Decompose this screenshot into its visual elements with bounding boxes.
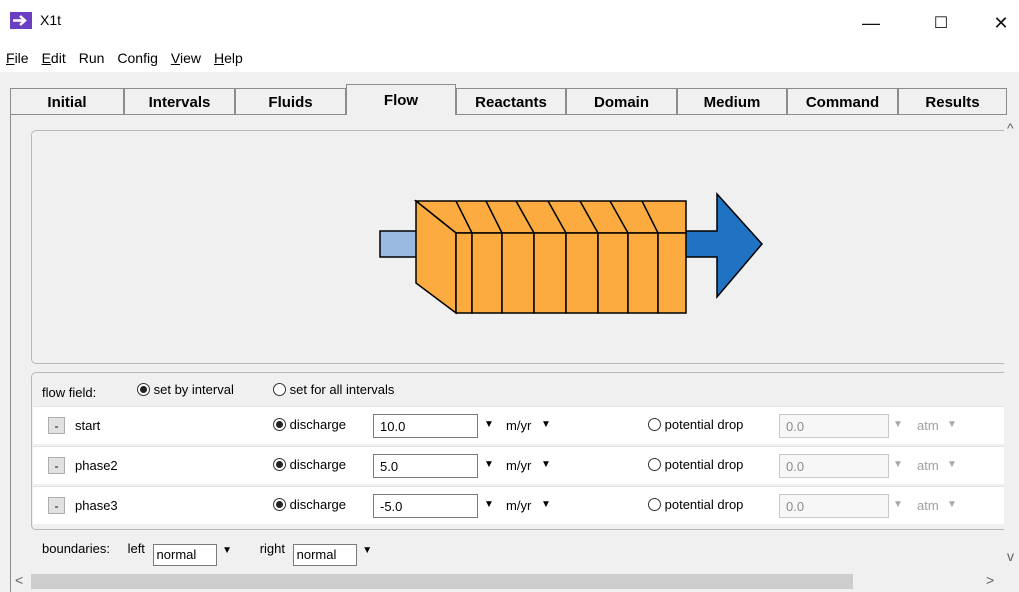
- content-frame-edge: [10, 114, 11, 592]
- discharge-dropdown-icon[interactable]: ▼: [484, 459, 494, 470]
- horizontal-scroll-thumb[interactable]: [31, 574, 853, 589]
- potential-drop-input[interactable]: 0.0: [779, 414, 889, 438]
- remove-interval-button[interactable]: -: [48, 497, 65, 514]
- right-boundary-label: right: [259, 541, 285, 556]
- tab-fluids[interactable]: Fluids: [235, 88, 346, 115]
- tab-bar: Initial Intervals Fluids Flow Reactants …: [10, 84, 1007, 115]
- drop-dropdown-icon[interactable]: ▼: [893, 499, 903, 510]
- drop-dropdown-icon[interactable]: ▼: [893, 419, 903, 430]
- drop-unit[interactable]: atm: [917, 418, 939, 433]
- tab-flow[interactable]: Flow: [346, 84, 456, 115]
- vertical-scrollbar[interactable]: ^ v: [1004, 116, 1019, 571]
- discharge-option[interactable]: discharge: [273, 417, 346, 432]
- radio-potential-drop[interactable]: [648, 458, 661, 471]
- drop-unit-dropdown-icon[interactable]: ▼: [947, 499, 957, 510]
- potential-drop-input[interactable]: 0.0: [779, 454, 889, 478]
- window-title: X1t: [40, 12, 62, 28]
- potential-drop-input[interactable]: 0.0: [779, 494, 889, 518]
- tab-results[interactable]: Results: [898, 88, 1007, 115]
- menu-view[interactable]: View: [171, 50, 201, 66]
- left-boundary-select[interactable]: normal: [152, 544, 217, 566]
- discharge-option[interactable]: discharge: [273, 497, 346, 512]
- unit-dropdown-icon[interactable]: ▼: [541, 499, 551, 510]
- left-boundary-label: left: [127, 541, 145, 556]
- right-boundary-dropdown-icon[interactable]: ▼: [362, 545, 372, 556]
- discharge-dropdown-icon[interactable]: ▼: [484, 499, 494, 510]
- remove-interval-button[interactable]: -: [48, 417, 65, 434]
- drop-unit-dropdown-icon[interactable]: ▼: [947, 459, 957, 470]
- interval-name: phase2: [75, 458, 118, 473]
- unit-dropdown-icon[interactable]: ▼: [541, 419, 551, 430]
- remove-interval-button[interactable]: -: [48, 457, 65, 474]
- drop-unit[interactable]: atm: [917, 498, 939, 513]
- right-boundary-select[interactable]: normal: [292, 544, 357, 566]
- app-arrow-icon: [10, 12, 32, 29]
- potential-drop-option[interactable]: potential drop: [648, 497, 743, 512]
- drop-dropdown-icon[interactable]: ▼: [893, 459, 903, 470]
- drop-unit[interactable]: atm: [917, 458, 939, 473]
- maximize-button[interactable]: ☐: [918, 8, 964, 38]
- menu-bar: File Edit Run Config View Help: [0, 44, 1019, 72]
- potential-drop-option[interactable]: potential drop: [648, 417, 743, 432]
- discharge-input[interactable]: 10.0: [373, 414, 478, 438]
- tab-medium[interactable]: Medium: [677, 88, 787, 115]
- scroll-down-icon[interactable]: v: [1007, 548, 1014, 564]
- menu-file[interactable]: File: [6, 50, 29, 66]
- scroll-left-icon[interactable]: <: [15, 572, 23, 588]
- interval-row-start: - start discharge 10.0 ▼ m/yr ▼ potentia…: [33, 406, 1005, 444]
- menu-edit[interactable]: Edit: [42, 50, 66, 66]
- radio-potential-drop[interactable]: [648, 418, 661, 431]
- column-front-cells: [455, 232, 687, 314]
- tab-divider: [10, 114, 1007, 115]
- option-set-for-all[interactable]: set for all intervals: [273, 382, 394, 397]
- flow-diagram-panel: [31, 130, 1011, 364]
- tab-initial[interactable]: Initial: [10, 88, 124, 115]
- menu-config[interactable]: Config: [117, 50, 157, 66]
- horizontal-scrollbar[interactable]: < >: [11, 571, 1004, 592]
- radio-discharge[interactable]: [273, 498, 286, 511]
- discharge-option[interactable]: discharge: [273, 457, 346, 472]
- tab-domain[interactable]: Domain: [566, 88, 677, 115]
- discharge-input[interactable]: -5.0: [373, 494, 478, 518]
- interval-row-phase2: - phase2 discharge 5.0 ▼ m/yr ▼ potentia…: [33, 446, 1005, 484]
- flow-field-label: flow field:: [42, 385, 97, 400]
- tab-reactants[interactable]: Reactants: [456, 88, 566, 115]
- scroll-up-icon[interactable]: ^: [1007, 120, 1014, 136]
- scroll-right-icon[interactable]: >: [986, 572, 994, 588]
- radio-set-by-interval[interactable]: [137, 383, 150, 396]
- tab-intervals[interactable]: Intervals: [124, 88, 235, 115]
- title-bar: X1t — ☐ ✕: [0, 0, 1019, 44]
- flow-column-diagram: [379, 192, 763, 315]
- interval-row-phase3: - phase3 discharge -5.0 ▼ m/yr ▼ potenti…: [33, 486, 1005, 524]
- menu-run[interactable]: Run: [79, 50, 105, 66]
- discharge-unit[interactable]: m/yr: [506, 418, 531, 433]
- potential-drop-option[interactable]: potential drop: [648, 457, 743, 472]
- boundaries-label: boundaries:: [42, 541, 110, 556]
- option-set-by-interval[interactable]: set by interval: [137, 382, 234, 397]
- left-boundary-dropdown-icon[interactable]: ▼: [222, 545, 232, 556]
- discharge-input[interactable]: 5.0: [373, 454, 478, 478]
- radio-set-for-all[interactable]: [273, 383, 286, 396]
- discharge-unit[interactable]: m/yr: [506, 498, 531, 513]
- close-button[interactable]: ✕: [978, 8, 1019, 38]
- tab-command[interactable]: Command: [787, 88, 898, 115]
- drop-unit-dropdown-icon[interactable]: ▼: [947, 419, 957, 430]
- radio-discharge[interactable]: [273, 458, 286, 471]
- discharge-dropdown-icon[interactable]: ▼: [484, 419, 494, 430]
- unit-dropdown-icon[interactable]: ▼: [541, 459, 551, 470]
- radio-discharge[interactable]: [273, 418, 286, 431]
- interval-name: phase3: [75, 498, 118, 513]
- radio-potential-drop[interactable]: [648, 498, 661, 511]
- menu-help[interactable]: Help: [214, 50, 243, 66]
- discharge-unit[interactable]: m/yr: [506, 458, 531, 473]
- interval-name: start: [75, 418, 101, 433]
- minimize-button[interactable]: —: [848, 8, 894, 38]
- boundaries-bar: boundaries: left normal ▼ right normal ▼: [42, 541, 372, 566]
- outlet-arrow: [683, 192, 763, 300]
